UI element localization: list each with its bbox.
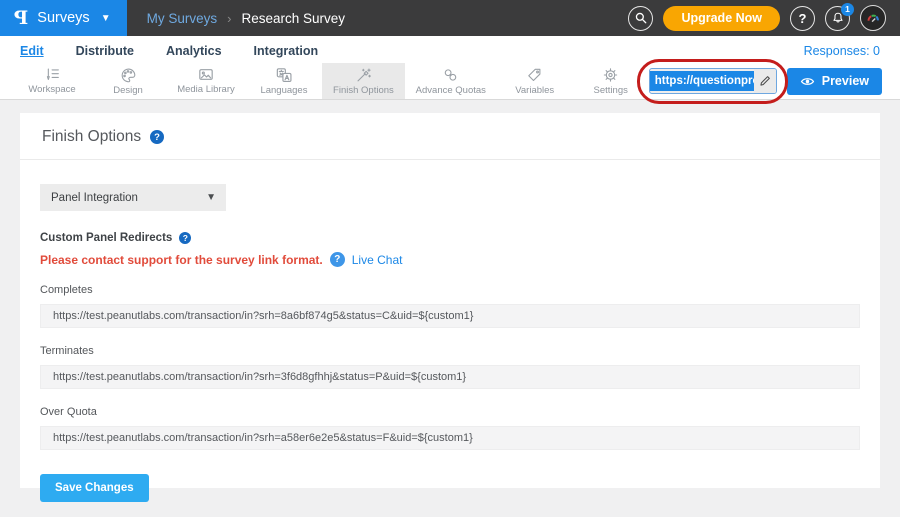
edit-url-button[interactable] [754, 69, 776, 93]
page-title: Finish Options [42, 128, 141, 146]
finish-option-type-select[interactable]: Panel Integration ▼ [40, 184, 226, 211]
nav-tab-integration[interactable]: Integration [254, 42, 319, 58]
completes-label: Completes [40, 284, 860, 296]
toolbar-right: https://questionpro.com/t/A Preview [649, 63, 900, 99]
dropdown-selected-value: Panel Integration [51, 192, 138, 204]
search-button[interactable] [628, 6, 653, 31]
upgrade-now-button[interactable]: Upgrade Now [663, 6, 780, 31]
edit-toolbar: Workspace Design Media Library Languages [0, 63, 900, 100]
eye-icon [800, 76, 815, 87]
toolbar-tab-languages[interactable]: Languages [246, 63, 322, 99]
search-icon [634, 11, 648, 25]
preview-button[interactable]: Preview [787, 68, 882, 95]
survey-url-input[interactable]: https://questionpro.com/t/A [649, 68, 777, 94]
settings-gear-icon [602, 67, 619, 83]
notifications-button[interactable]: 1 [825, 6, 850, 31]
toolbar-tab-finish-options[interactable]: Finish Options [322, 63, 405, 99]
panel-header: Finish Options ? [20, 113, 880, 160]
finish-options-help-icon[interactable]: ? [150, 130, 164, 144]
help-button[interactable]: ? [790, 6, 815, 31]
over-quota-label: Over Quota [40, 406, 860, 418]
toolbar-tab-media-library[interactable]: Media Library [166, 63, 246, 99]
breadcrumb-my-surveys[interactable]: My Surveys [147, 11, 218, 26]
questionpro-logo-icon: P [14, 7, 28, 29]
toolbar-tab-variables[interactable]: Variables [497, 63, 573, 99]
nav-tab-edit[interactable]: Edit [20, 42, 44, 58]
survey-nav: Edit Distribute Analytics Integration Re… [0, 36, 900, 63]
product-name: Surveys [37, 10, 89, 26]
survey-url-selected-text: https://questionpro.com/t/A [650, 71, 754, 91]
save-changes-button[interactable]: Save Changes [40, 474, 149, 502]
chevron-down-icon: ▼ [206, 192, 216, 203]
advance-quotas-chain-icon [442, 67, 459, 83]
section-help-icon[interactable]: ? [179, 232, 191, 244]
custom-panel-redirects-heading: Custom Panel Redirects ? [40, 232, 860, 244]
live-chat-help-icon[interactable]: ? [330, 252, 345, 267]
chevron-down-icon: ▼ [101, 13, 111, 24]
nav-tab-distribute[interactable]: Distribute [76, 42, 134, 58]
finish-options-panel: Finish Options ? Panel Integration ▼ Cus… [20, 113, 880, 488]
variables-tag-icon [526, 67, 543, 83]
surveys-menu[interactable]: P Surveys ▼ [0, 0, 127, 36]
toolbar-tab-settings[interactable]: Settings [573, 63, 649, 99]
help-icon: ? [799, 11, 807, 26]
terminates-label: Terminates [40, 345, 860, 357]
support-notice-text: Please contact support for the survey li… [40, 253, 323, 267]
toolbar-tab-design[interactable]: Design [90, 63, 166, 99]
media-library-icon [197, 67, 215, 82]
pencil-icon [759, 75, 771, 87]
finish-options-wand-icon [355, 67, 372, 83]
top-header: P Surveys ▼ My Surveys › Research Survey… [0, 0, 900, 36]
toolbar-tab-advance-quotas[interactable]: Advance Quotas [405, 63, 497, 99]
responses-count: Responses: 0 [804, 42, 880, 58]
completes-url-field[interactable]: https://test.peanutlabs.com/transaction/… [40, 304, 860, 328]
workspace-icon [44, 67, 61, 82]
live-chat-link[interactable]: Live Chat [352, 253, 403, 267]
account-avatar[interactable] [860, 5, 886, 31]
breadcrumb-current-survey: Research Survey [241, 11, 345, 26]
survey-url-group: https://questionpro.com/t/A [649, 68, 777, 94]
breadcrumb-separator: › [227, 11, 231, 26]
nav-tab-analytics[interactable]: Analytics [166, 42, 222, 58]
notification-badge: 1 [841, 3, 854, 16]
support-notice-row: Please contact support for the survey li… [40, 252, 860, 267]
breadcrumb: My Surveys › Research Survey [147, 11, 345, 26]
header-actions: Upgrade Now ? 1 [628, 5, 900, 31]
terminates-url-field[interactable]: https://test.peanutlabs.com/transaction/… [40, 365, 860, 389]
design-palette-icon [120, 67, 137, 83]
languages-icon [275, 67, 293, 83]
panel-body: Panel Integration ▼ Custom Panel Redirec… [20, 160, 880, 502]
avatar-logo-icon [864, 9, 882, 27]
over-quota-url-field[interactable]: https://test.peanutlabs.com/transaction/… [40, 426, 860, 450]
toolbar-tab-workspace[interactable]: Workspace [14, 63, 90, 99]
